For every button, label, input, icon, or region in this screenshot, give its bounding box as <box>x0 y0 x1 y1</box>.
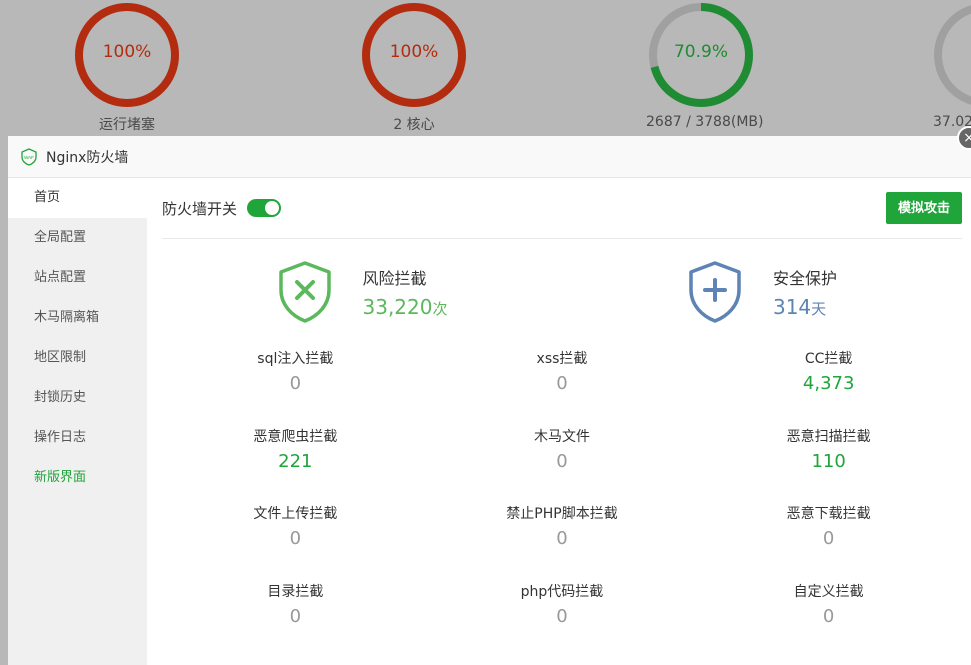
protect-value: 314 <box>772 295 812 319</box>
firewall-switch-group: 防火墙开关 <box>162 198 282 219</box>
protect-text: 安全保护 314天 <box>773 265 837 319</box>
memory-gauge-ring: 70.9% <box>648 2 754 108</box>
risk-label: 风险拦截 <box>362 269 427 288</box>
load-gauge-ring: 100% <box>74 2 180 108</box>
risk-text: 风险拦截 33,220次 <box>363 265 448 319</box>
shield-x-icon <box>278 261 331 323</box>
stat-label: 自定义拦截 <box>793 583 864 600</box>
cpu-gauge-ring: 100% <box>361 2 467 108</box>
sidebar-item-operation-log[interactable]: 操作日志 <box>8 418 147 458</box>
stat-malicious-download: 恶意下载拦截 0 <box>695 500 962 578</box>
stat-label: xss拦截 <box>536 351 588 367</box>
stat-malicious-crawler: 恶意爬虫拦截 221 <box>162 423 429 501</box>
stat-value: 0 <box>289 605 302 627</box>
load-gauge-value: 100% <box>102 42 152 62</box>
stat-value: 0 <box>556 450 568 472</box>
sidebar-item-global-config[interactable]: 全局配置 <box>8 218 147 258</box>
protect-card: 安全保护 314天 <box>562 239 962 345</box>
sidebar-item-home[interactable]: 首页 <box>8 178 147 218</box>
stat-label: 木马文件 <box>533 428 590 445</box>
svg-text:WAF: WAF <box>24 155 34 160</box>
waf-shield-icon: WAF <box>21 147 37 166</box>
memory-gauge-caption: 2687 / 3788(MB) <box>646 114 764 130</box>
sidebar: 首页 全局配置 站点配置 木马隔离箱 地区限制 封锁历史 操作日志 新版界面 <box>8 178 147 665</box>
stat-sql-injection: sql注入拦截 0 <box>162 345 429 423</box>
nginx-firewall-modal: WAF Nginx防火墙 × 首页 全局配置 站点配置 木马隔离箱 地区限制 封… <box>8 126 971 665</box>
protect-value-line: 314天 <box>773 295 837 319</box>
risk-card: 风险拦截 33,220次 <box>162 239 562 345</box>
stat-value: 4,373 <box>802 373 855 394</box>
stats-grid: sql注入拦截 0 xss拦截 0 CC拦截 4,373 恶意爬虫拦截 221 木马文件… <box>162 345 962 655</box>
stat-php-script: 禁止PHP脚本拦截 0 <box>429 500 696 578</box>
load-gauge-caption: 运行堵塞 <box>99 117 155 133</box>
stat-label: 文件上传拦截 <box>253 506 338 522</box>
stat-cc: CC拦截 4,373 <box>695 345 962 423</box>
stat-value: 0 <box>822 528 835 549</box>
sidebar-item-trojan-quarantine[interactable]: 木马隔离箱 <box>8 298 147 338</box>
stat-value: 110 <box>811 450 846 472</box>
memory-gauge-value: 70.9% <box>673 42 728 62</box>
stat-value: 0 <box>289 528 302 549</box>
cpu-gauge-value: 100% <box>389 42 439 62</box>
stat-label: 恶意下载拦截 <box>786 506 871 522</box>
sidebar-item-region-limit[interactable]: 地区限制 <box>8 338 147 378</box>
sidebar-item-site-config[interactable]: 站点配置 <box>8 258 147 298</box>
risk-unit: 次 <box>432 300 448 318</box>
modal-title-bar: WAF Nginx防火墙 <box>8 136 971 178</box>
cpu-gauge: 100% 2 核心 <box>359 2 469 134</box>
protect-label: 安全保护 <box>772 269 837 288</box>
stat-label: sql注入拦截 <box>257 351 334 367</box>
stat-label: 目录拦截 <box>267 583 324 600</box>
stat-value: 221 <box>278 450 313 472</box>
stat-xss: xss拦截 0 <box>429 345 696 423</box>
disk-gauge-arc <box>934 3 971 107</box>
risk-value: 33,220 <box>362 295 433 319</box>
cpu-gauge-caption: 2 核心 <box>393 117 435 133</box>
stat-custom: 自定义拦截 0 <box>695 578 962 656</box>
stat-value: 0 <box>822 605 835 627</box>
stat-malicious-scan: 恶意扫描拦截 110 <box>695 423 962 501</box>
protect-unit: 天 <box>811 300 827 318</box>
shield-plus-icon <box>689 261 741 323</box>
main-content: 防火墙开关 模拟攻击 风险拦截 33,220次 安全保护 314天 sql注入拦… <box>147 178 971 665</box>
firewall-switch-label: 防火墙开关 <box>162 199 238 218</box>
sidebar-item-block-history[interactable]: 封锁历史 <box>8 378 147 418</box>
toggle-knob <box>265 201 280 215</box>
stat-label: php代码拦截 <box>520 583 604 600</box>
disk-gauge: 37.02 <box>933 2 971 130</box>
simulate-attack-button[interactable]: 模拟攻击 <box>885 192 962 224</box>
summary-section: 风险拦截 33,220次 安全保护 314天 <box>162 239 962 345</box>
load-gauge: 100% 运行堵塞 <box>72 2 182 134</box>
stat-label: CC拦截 <box>804 351 853 367</box>
stat-php-code: php代码拦截 0 <box>429 578 696 656</box>
stat-value: 0 <box>556 605 568 627</box>
stat-file-upload: 文件上传拦截 0 <box>162 500 429 578</box>
stat-value: 0 <box>556 373 568 394</box>
toolbar: 防火墙开关 模拟攻击 <box>162 178 962 239</box>
stat-directory: 目录拦截 0 <box>162 578 429 656</box>
risk-value-line: 33,220次 <box>363 295 448 319</box>
stat-label: 恶意爬虫拦截 <box>253 428 338 445</box>
stat-value: 0 <box>556 528 568 549</box>
memory-gauge: 70.9% 2687 / 3788(MB) <box>646 2 764 130</box>
stat-label: 禁止PHP脚本拦截 <box>506 506 618 522</box>
stat-trojan-file: 木马文件 0 <box>429 423 696 501</box>
stat-value: 0 <box>289 373 302 394</box>
firewall-toggle[interactable] <box>247 199 282 217</box>
disk-gauge-ring <box>933 2 971 108</box>
sidebar-item-new-ui[interactable]: 新版界面 <box>8 458 147 498</box>
stat-label: 恶意扫描拦截 <box>786 428 871 445</box>
modal-title: Nginx防火墙 <box>46 149 129 166</box>
